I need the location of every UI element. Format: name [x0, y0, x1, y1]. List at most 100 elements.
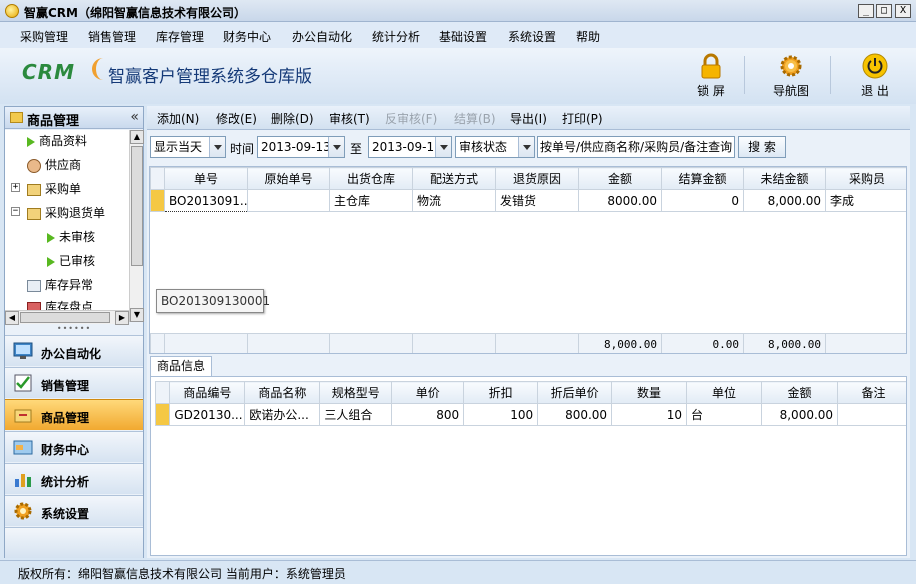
tree-vertical-scrollbar[interactable]: ▲ ▼ — [129, 130, 144, 322]
table-row[interactable]: GD20130... 欧诺办公... 三人组合 800 100 800.00 1… — [154, 403, 906, 426]
audit-status-select[interactable]: 审核状态 — [455, 136, 535, 158]
menu-basic-settings[interactable]: 基础设置 — [439, 28, 487, 45]
col-unit[interactable]: 单位 — [686, 381, 763, 404]
close-button[interactable]: X — [895, 4, 911, 18]
col-unit-price[interactable]: 单价 — [391, 381, 465, 404]
cell-unit[interactable]: 台 — [686, 403, 763, 426]
cell-remark[interactable] — [837, 403, 906, 426]
sidebar-tab-system[interactable]: 系统设置 — [5, 495, 143, 526]
scroll-right-icon[interactable]: ▶ — [115, 311, 129, 325]
cell-reason[interactable]: 发错货 — [495, 189, 579, 212]
col-buyer[interactable]: 采购员 — [825, 167, 906, 190]
tree-item-stocktake[interactable]: 库存盘点 — [27, 296, 93, 310]
cell-spec[interactable]: 三人组合 — [319, 403, 393, 426]
cell-discount[interactable]: 100 — [463, 403, 539, 426]
cell-buyer[interactable]: 李成 — [825, 189, 906, 212]
cell-quantity[interactable]: 10 — [611, 403, 688, 426]
period-select[interactable]: 显示当天 — [150, 136, 226, 158]
table-row[interactable]: BO2013091... 主仓库 物流 发错货 8000.00 0 8,000.… — [150, 189, 906, 212]
col-original-no[interactable]: 原始单号 — [247, 167, 330, 190]
search-input[interactable]: 按单号/供应商名称/采购员/备注查询 — [537, 136, 735, 158]
scroll-thumb[interactable] — [131, 146, 143, 266]
tree-item-suppliers[interactable]: 供应商 — [27, 154, 81, 176]
audit-button[interactable]: 审核(T) — [329, 110, 370, 127]
tree-item-unaudited[interactable]: 未审核 — [47, 226, 95, 248]
scroll-up-icon[interactable]: ▲ — [130, 130, 144, 144]
cell-line-amount[interactable]: 8,000.00 — [761, 403, 839, 426]
col-line-amount[interactable]: 金额 — [761, 381, 839, 404]
col-product-name[interactable]: 商品名称 — [244, 381, 321, 404]
add-button[interactable]: 添加(N) — [157, 110, 199, 127]
menu-statistics[interactable]: 统计分析 — [372, 28, 420, 45]
col-product-code[interactable]: 商品编号 — [169, 381, 246, 404]
scroll-down-icon[interactable]: ▼ — [130, 308, 144, 322]
tree-item-purchase-returns[interactable]: 采购退货单 — [27, 202, 105, 224]
cell-original-no[interactable] — [247, 189, 330, 212]
tab-goods-info[interactable]: 商品信息 — [150, 356, 212, 376]
export-button[interactable]: 导出(I) — [510, 110, 547, 127]
row-selector[interactable] — [154, 403, 171, 426]
expand-icon[interactable]: + — [11, 183, 20, 192]
menu-help[interactable]: 帮助 — [576, 28, 600, 45]
cell-product-code[interactable]: GD20130... — [169, 403, 246, 426]
col-discount[interactable]: 折扣 — [463, 381, 539, 404]
col-discounted-price[interactable]: 折后单价 — [537, 381, 613, 404]
tree-item-stock-exception[interactable]: 库存异常 — [27, 274, 93, 296]
menu-system-settings[interactable]: 系统设置 — [508, 28, 556, 45]
sidebar-tab-statistics[interactable]: 统计分析 — [5, 463, 143, 494]
cell-warehouse[interactable]: 主仓库 — [329, 189, 413, 212]
cell-order-no[interactable]: BO2013091... — [164, 189, 248, 212]
settle-button[interactable]: 结算(B) — [454, 110, 496, 127]
navigation-map-button[interactable]: 导航图 — [761, 50, 821, 102]
menu-finance[interactable]: 财务中心 — [223, 28, 271, 45]
cell-unsettled[interactable]: 8,000.00 — [743, 189, 826, 212]
tree-horizontal-scrollbar[interactable]: ◀ ▶ — [5, 310, 129, 325]
col-quantity[interactable]: 数量 — [611, 381, 688, 404]
collapse-node-icon[interactable]: − — [11, 207, 20, 216]
sidebar-tab-sales[interactable]: 销售管理 — [5, 367, 143, 398]
col-remark[interactable]: 备注 — [837, 381, 906, 404]
search-button[interactable]: 搜 索 — [738, 136, 786, 158]
exit-button[interactable]: 退 出 — [845, 50, 905, 102]
menu-office[interactable]: 办公自动化 — [292, 28, 352, 45]
collapse-icon[interactable]: « — [130, 109, 139, 125]
minimize-button[interactable]: _ — [858, 4, 874, 18]
menu-sales[interactable]: 销售管理 — [88, 28, 136, 45]
sidebar-tab-office[interactable]: 办公自动化 — [5, 335, 143, 366]
unaudit-button[interactable]: 反审核(F) — [385, 110, 437, 127]
sidebar-tab-finance[interactable]: 财务中心 — [5, 431, 143, 462]
cell-unit-price[interactable]: 800 — [391, 403, 465, 426]
cell-product-name[interactable]: 欧诺办公... — [244, 403, 321, 426]
maximize-button[interactable]: □ — [876, 4, 892, 18]
col-unsettled[interactable]: 未结金额 — [743, 167, 826, 190]
menu-inventory[interactable]: 库存管理 — [156, 28, 204, 45]
col-warehouse[interactable]: 出货仓库 — [329, 167, 413, 190]
lock-screen-button[interactable]: 锁 屏 — [681, 50, 741, 102]
splitter-grip[interactable]: •••••• — [5, 325, 143, 333]
tree-item-audited[interactable]: 已审核 — [47, 250, 95, 272]
col-reason[interactable]: 退货原因 — [495, 167, 579, 190]
cell-amount[interactable]: 8000.00 — [578, 189, 662, 212]
col-delivery[interactable]: 配送方式 — [412, 167, 496, 190]
chevron-down-icon — [328, 137, 344, 157]
status-bar: 版权所有：绵阳智赢信息技术有限公司 当前用户：系统管理员 — [0, 560, 916, 584]
cell-settled[interactable]: 0 — [661, 189, 744, 212]
date-from-picker[interactable]: 2013-09-13 — [257, 136, 345, 158]
print-button[interactable]: 打印(P) — [562, 110, 603, 127]
col-settled[interactable]: 结算金额 — [661, 167, 744, 190]
cell-delivery[interactable]: 物流 — [412, 189, 496, 212]
tree-item-purchase-orders[interactable]: 采购单 — [27, 178, 81, 200]
date-to-picker[interactable]: 2013-09-13 — [368, 136, 452, 158]
col-amount[interactable]: 金额 — [578, 167, 662, 190]
menu-purchase[interactable]: 采购管理 — [20, 28, 68, 45]
scroll-left-icon[interactable]: ◀ — [5, 311, 19, 325]
tree-item-products[interactable]: 商品资料 — [27, 130, 87, 152]
scroll-thumb[interactable] — [20, 312, 110, 323]
col-spec[interactable]: 规格型号 — [319, 381, 393, 404]
sidebar-tab-products[interactable]: 商品管理 — [5, 399, 143, 430]
col-order-no[interactable]: 单号 — [164, 167, 248, 190]
row-selector[interactable] — [150, 189, 165, 212]
delete-button[interactable]: 删除(D) — [271, 110, 314, 127]
edit-button[interactable]: 修改(E) — [216, 110, 257, 127]
cell-discounted-price[interactable]: 800.00 — [537, 403, 613, 426]
